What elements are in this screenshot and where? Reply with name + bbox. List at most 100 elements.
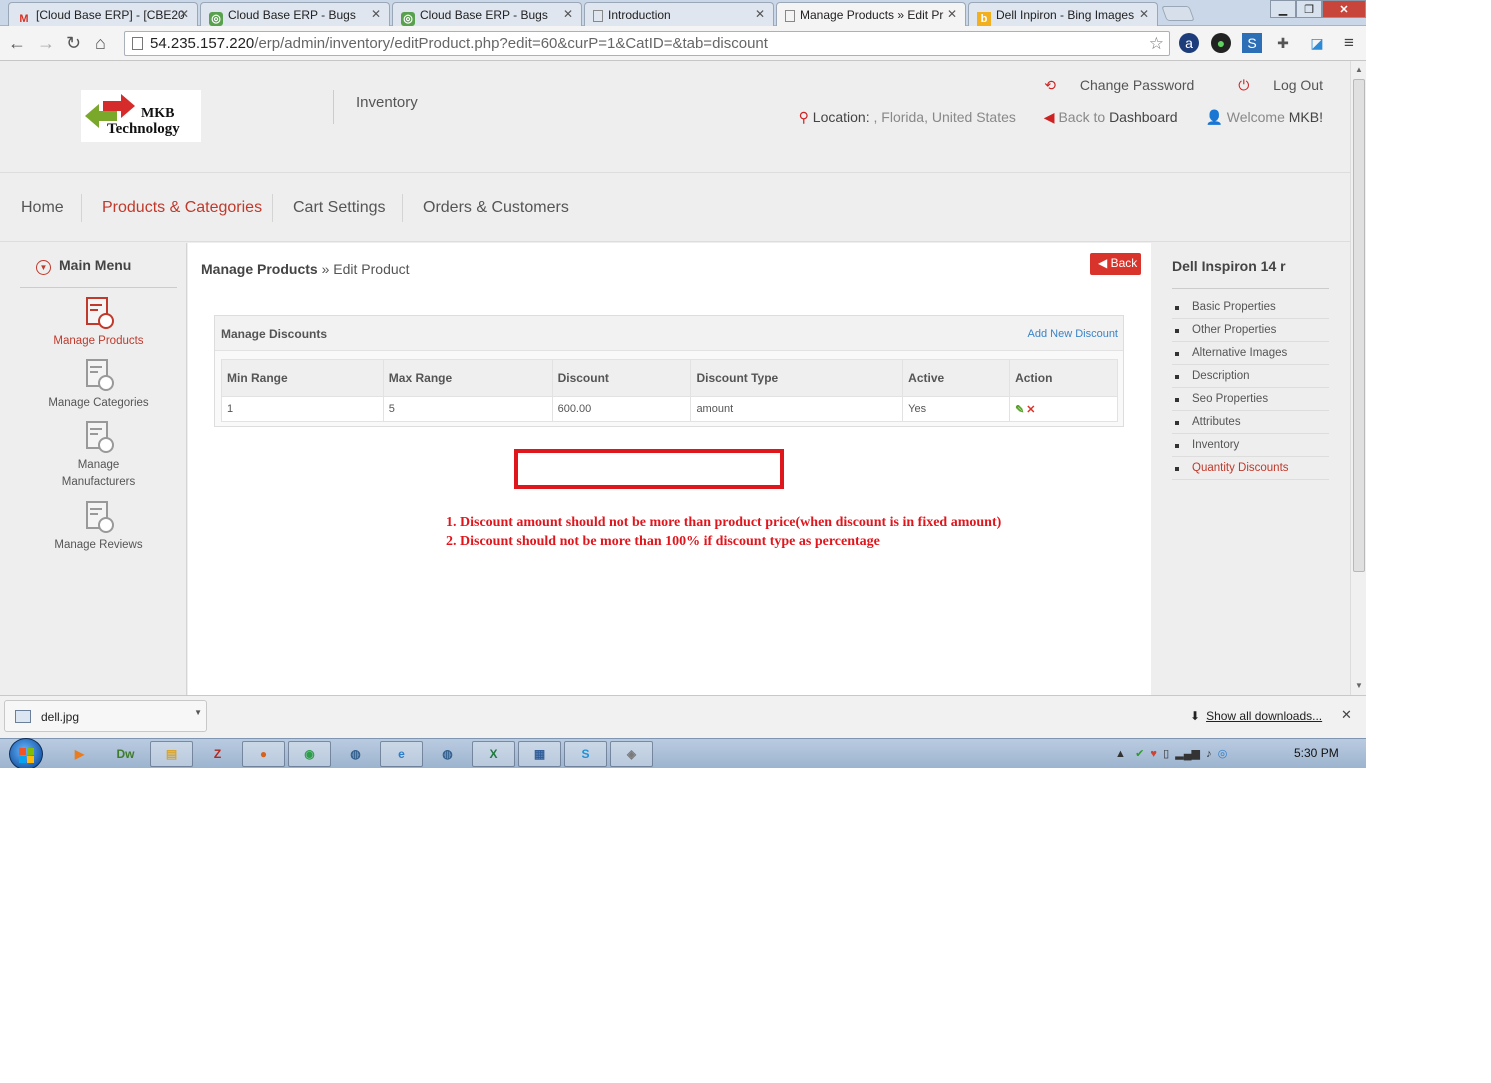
sidebar-item-quantity-discounts[interactable]: Quantity Discounts bbox=[1172, 457, 1329, 480]
nav-divider bbox=[272, 194, 273, 222]
sidebar-item-basic-properties[interactable]: Basic Properties bbox=[1172, 296, 1329, 319]
bookmark-star-icon[interactable]: ☆ bbox=[1149, 34, 1164, 54]
back-button[interactable]: ◀ Back bbox=[1090, 253, 1141, 275]
nav-orders-customers[interactable]: Orders & Customers bbox=[423, 199, 569, 217]
minimize-icon[interactable]: ▁ bbox=[1270, 0, 1296, 18]
show-all-downloads-link[interactable]: ⬇ Show all downloads... bbox=[1190, 709, 1322, 723]
volume-icon[interactable]: ♪ bbox=[1206, 748, 1212, 760]
delete-x-icon[interactable]: ✕ bbox=[1026, 404, 1035, 416]
paint-icon[interactable]: ◈ bbox=[610, 741, 653, 767]
sidebar-item-attributes[interactable]: Attributes bbox=[1172, 411, 1329, 434]
nav-home[interactable]: Home bbox=[21, 199, 64, 217]
menu-icon[interactable]: ≡ bbox=[1339, 33, 1359, 53]
sidebar-item-seo-properties[interactable]: Seo Properties bbox=[1172, 388, 1329, 411]
scroll-up-icon[interactable]: ▲ bbox=[1355, 65, 1363, 74]
puzzle-icon[interactable]: ✚ bbox=[1273, 33, 1293, 53]
download-arrow-icon: ⬇ bbox=[1190, 709, 1201, 723]
sidebar-item-description[interactable]: Description bbox=[1172, 365, 1329, 388]
skype-icon[interactable]: S bbox=[564, 741, 607, 767]
close-tab-icon[interactable]: ✕ bbox=[179, 7, 189, 21]
media-player-icon[interactable]: ▶ bbox=[58, 741, 101, 767]
user-icon: 👤 bbox=[1205, 109, 1223, 125]
filezilla-icon[interactable]: Z bbox=[196, 741, 239, 767]
extension-icon[interactable]: ● bbox=[1211, 33, 1231, 53]
home-icon[interactable]: ⌂ bbox=[95, 33, 106, 54]
scrollbar-thumb[interactable] bbox=[1353, 79, 1365, 572]
chevron-down-icon[interactable]: ▼ bbox=[194, 708, 202, 717]
chrome-icon[interactable]: ◉ bbox=[288, 741, 331, 767]
browser-tab-bugs-2[interactable]: ◎ Cloud Base ERP - Bugs ✕ bbox=[392, 2, 582, 26]
download-item[interactable]: dell.jpg ▼ bbox=[4, 700, 207, 732]
close-tab-icon[interactable]: ✕ bbox=[371, 7, 381, 21]
edit-pencil-icon[interactable]: ✎ bbox=[1015, 404, 1024, 416]
product-section-list: Basic Properties Other Properties Altern… bbox=[1172, 296, 1329, 480]
browser-tab-bing-images[interactable]: b Dell Inpiron - Bing Images ✕ bbox=[968, 2, 1158, 26]
reload-icon[interactable]: ↻ bbox=[66, 33, 81, 54]
tray-app-icon[interactable]: ♥ bbox=[1150, 748, 1157, 760]
sidebar-item-label: Manage Categories bbox=[48, 397, 149, 409]
close-tab-icon[interactable]: ✕ bbox=[563, 7, 573, 21]
address-bar[interactable]: 54.235.157.220/erp/admin/inventory/editP… bbox=[124, 31, 1170, 56]
logout-link[interactable]: ⏻ Log Out bbox=[1218, 77, 1323, 93]
browser-tab-gmail[interactable]: M [Cloud Base ERP] - [CBE20 ✕ bbox=[8, 2, 198, 26]
product-sidebar-divider bbox=[1172, 288, 1329, 289]
back-arrow-icon[interactable]: ← bbox=[8, 33, 26, 54]
bug-tracker-icon: ◎ bbox=[401, 12, 415, 26]
sidebar-item-manage-reviews[interactable]: Manage Reviews bbox=[20, 501, 177, 554]
network-app-icon[interactable]: ◍ bbox=[334, 741, 377, 767]
sidebar-item-manage-manufacturers[interactable]: Manage Manufacturers bbox=[20, 421, 177, 491]
file-explorer-icon[interactable]: ▤ bbox=[150, 741, 193, 767]
column-header-discount-type[interactable]: Discount Type bbox=[690, 359, 904, 397]
cell-min-range: 1 bbox=[221, 396, 384, 422]
browser-tab-manage-products[interactable]: Manage Products » Edit Pr ✕ bbox=[776, 2, 966, 27]
close-shelf-icon[interactable]: ✕ bbox=[1341, 707, 1352, 723]
close-tab-icon[interactable]: ✕ bbox=[755, 7, 765, 21]
change-password-label: Change Password bbox=[1079, 77, 1195, 93]
security-shield-icon[interactable]: ✔ bbox=[1135, 748, 1144, 760]
internet-explorer-icon[interactable]: e bbox=[380, 741, 423, 767]
firefox-icon[interactable]: ● bbox=[242, 741, 285, 767]
column-header-discount[interactable]: Discount bbox=[551, 359, 692, 397]
breadcrumb-section[interactable]: Manage Products bbox=[201, 261, 318, 277]
sidebar-item-manage-categories[interactable]: Manage Categories bbox=[20, 359, 177, 412]
back-to-dashboard-link[interactable]: ◀ Back to Dashboard bbox=[1044, 109, 1178, 125]
sidebar-item-manage-products[interactable]: Manage Products bbox=[20, 297, 177, 350]
maximize-icon[interactable]: ❐ bbox=[1296, 0, 1322, 18]
site-header: MKB Technology Inventory ⟲ Change Passwo… bbox=[0, 61, 1350, 173]
nav-products-categories[interactable]: Products & Categories bbox=[102, 199, 262, 217]
excel-icon[interactable]: X bbox=[472, 741, 515, 767]
network-app-icon[interactable]: ◍ bbox=[426, 741, 469, 767]
nav-cart-settings[interactable]: Cart Settings bbox=[293, 199, 385, 217]
main-menu-title[interactable]: ▼ Main Menu bbox=[36, 257, 131, 275]
show-hidden-icons[interactable]: ▲ bbox=[1115, 748, 1126, 760]
new-tab-button[interactable] bbox=[1161, 6, 1195, 21]
add-new-discount-link[interactable]: Add New Discount bbox=[1028, 328, 1119, 340]
battery-icon[interactable]: ▯ bbox=[1163, 748, 1169, 760]
close-window-icon[interactable]: ✕ bbox=[1322, 0, 1366, 18]
tab-title: Cloud Base ERP - Bugs bbox=[420, 8, 548, 22]
browser-tab-bugs-1[interactable]: ◎ Cloud Base ERP - Bugs ✕ bbox=[200, 2, 390, 26]
start-button[interactable] bbox=[9, 738, 43, 768]
scroll-down-icon[interactable]: ▼ bbox=[1355, 681, 1363, 690]
sidebar-item-other-properties[interactable]: Other Properties bbox=[1172, 319, 1329, 342]
extension-icon[interactable]: S bbox=[1242, 33, 1262, 53]
extension-icon[interactable]: a bbox=[1179, 33, 1199, 53]
extension-icon[interactable]: ◪ bbox=[1307, 33, 1327, 53]
notepad-icon[interactable]: ▦ bbox=[518, 741, 561, 767]
page-scrollbar[interactable]: ▲ ▼ bbox=[1350, 61, 1366, 695]
column-header-active[interactable]: Active bbox=[902, 359, 1011, 397]
network-icon[interactable]: ◎ bbox=[1218, 748, 1228, 760]
close-tab-icon[interactable]: ✕ bbox=[947, 7, 957, 21]
wifi-signal-icon[interactable]: ▂▄▆ bbox=[1175, 748, 1200, 760]
close-tab-icon[interactable]: ✕ bbox=[1139, 7, 1149, 21]
browser-tab-introduction[interactable]: Introduction ✕ bbox=[584, 2, 774, 26]
change-password-link[interactable]: ⟲ Change Password bbox=[1024, 77, 1194, 93]
forward-arrow-icon[interactable]: → bbox=[37, 33, 55, 54]
column-header-max-range[interactable]: Max Range bbox=[382, 359, 553, 397]
company-logo[interactable]: MKB Technology bbox=[81, 90, 201, 142]
column-header-min-range[interactable]: Min Range bbox=[221, 359, 384, 397]
sidebar-item-inventory[interactable]: Inventory bbox=[1172, 434, 1329, 457]
system-clock[interactable]: 5:30 PM bbox=[1294, 746, 1339, 760]
dreamweaver-icon[interactable]: Dw bbox=[104, 741, 147, 767]
sidebar-item-alternative-images[interactable]: Alternative Images bbox=[1172, 342, 1329, 365]
